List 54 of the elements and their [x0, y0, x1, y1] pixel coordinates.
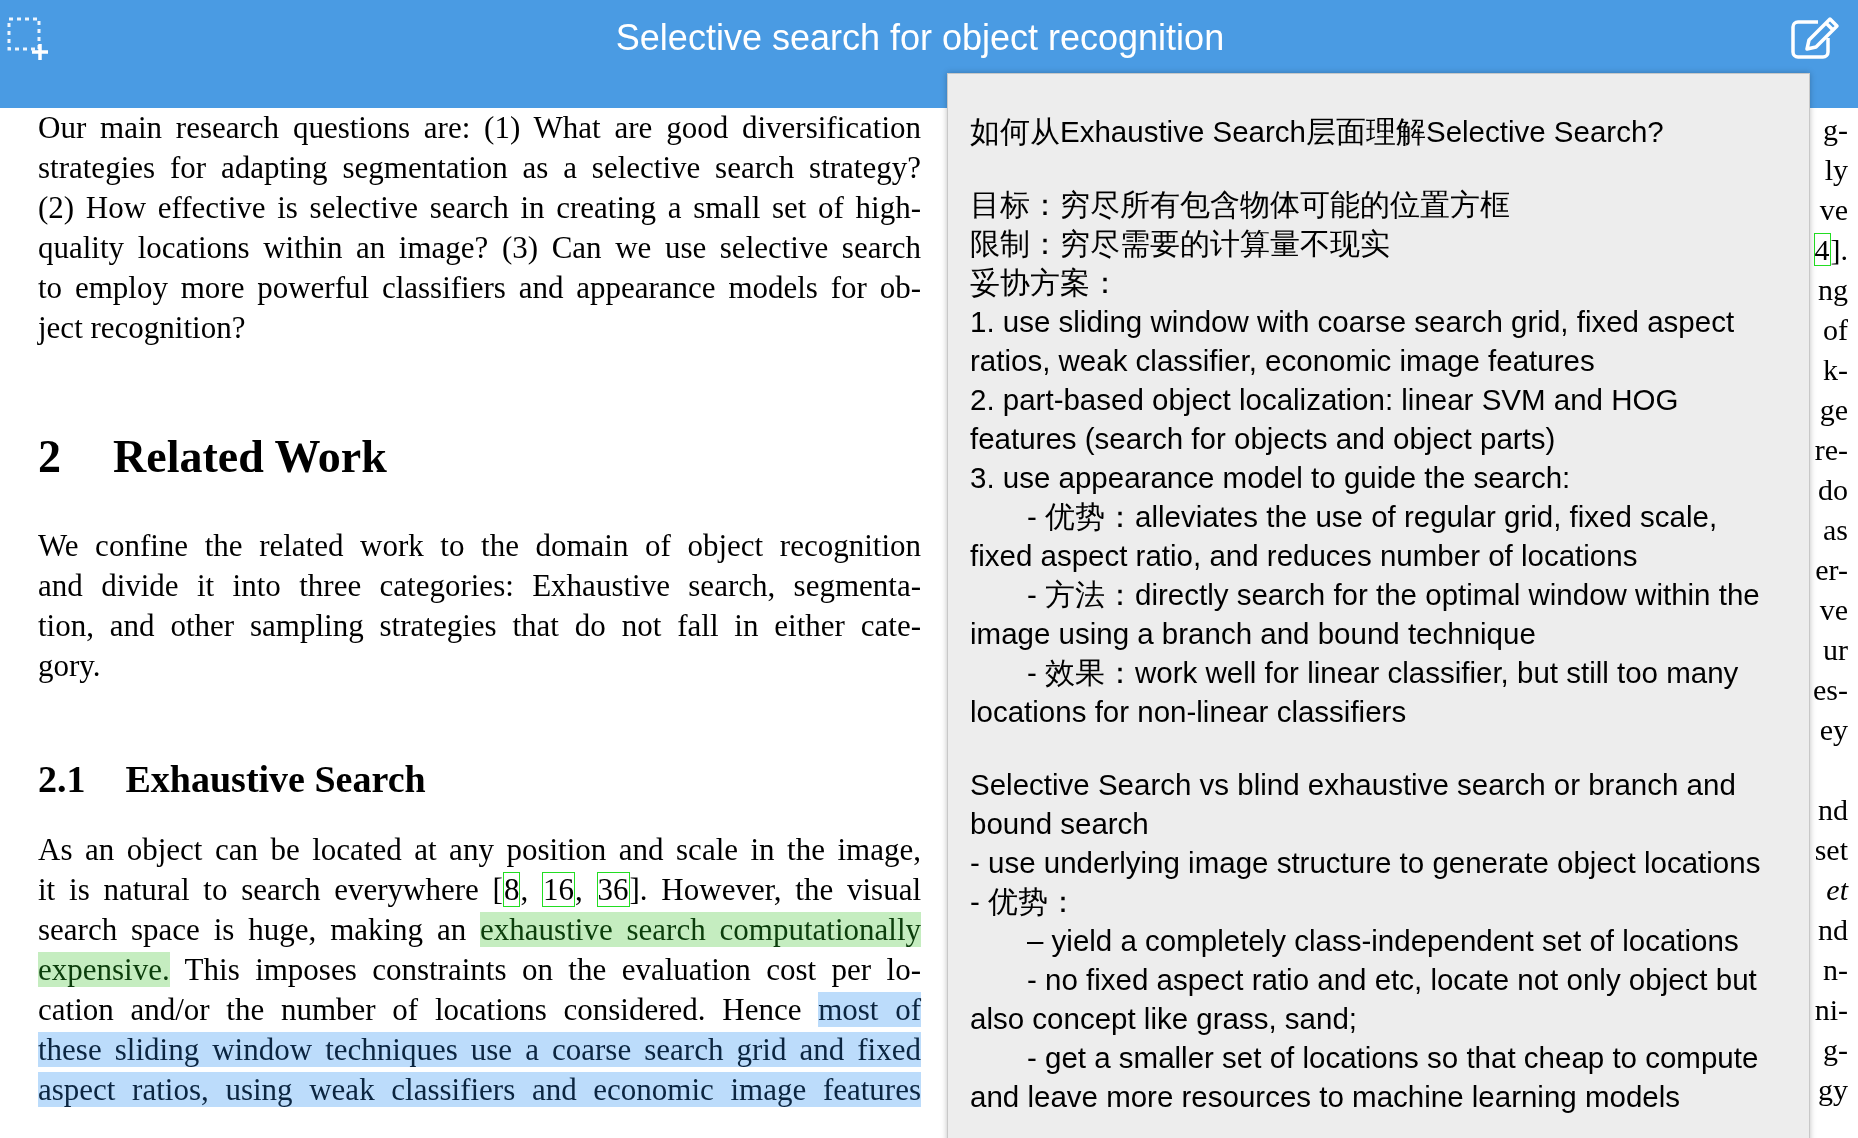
text-fragment: do [1817, 472, 1848, 508]
text-fragment: 4]. [1812, 232, 1848, 268]
note-line: 目标：穷尽所有包含物体可能的位置方框 [970, 187, 1511, 223]
text-fragment: n- [1822, 952, 1848, 988]
citation-link[interactable]: 4 [1813, 233, 1831, 266]
citation-link[interactable]: 36 [596, 872, 630, 907]
section-number: 2 [38, 430, 61, 484]
text-fragment: set [1813, 832, 1848, 868]
note-line: - 优势：alleviates the use of regular grid, fixed scale, fixed aspect ratio, and reduces number of locations [970, 499, 1719, 574]
text-fragment: es- [1812, 672, 1848, 708]
text-fragment: ve [1818, 192, 1848, 228]
note-line: - 优势： [970, 884, 1080, 920]
paragraph: As an object can be located at any position and scale in the image, it is natural to search everywhere [8, 16, 36]. However, the visual search space is huge, making an exhaustive search computationally expensive. This imposes constraints on the evaluation cost per lo- cation and/or the number of locations considered. Hence most of these sliding window techniques use a coarse search grid and fixed aspect ratios, using weak classifiers and economic image features [38, 831, 921, 1109]
subsection-number: 2.1 [38, 757, 86, 802]
text-fragment: nd [1817, 792, 1848, 828]
note-line: Selective Search vs blind exhaustive search or branch and bound search [970, 767, 1737, 842]
note-line: - get a smaller set of locations so that cheap to compute and leave more resources to machine learning models [970, 1040, 1760, 1115]
text-fragment: gy [1817, 1072, 1848, 1108]
edit-icon[interactable] [1790, 16, 1840, 60]
note-line: - no fixed aspect ratio and etc, locate not only object but also concept like grass, sand; [970, 962, 1758, 1037]
text-fragment: ve [1818, 592, 1848, 628]
text-fragment: ly [1823, 152, 1848, 188]
subsection-heading: Exhaustive Search [125, 757, 426, 802]
document-title: Selective search for object recognition [615, 16, 1225, 60]
text-fragment: re- [1813, 432, 1848, 468]
note-line: - 效果：work well for linear classifier, but still too many locations for non-linear classifiers [970, 655, 1740, 730]
text-fragment: ur [1822, 632, 1848, 668]
text-fragment: nd [1817, 912, 1848, 948]
note-line: 如何从Exhaustive Search层面理解Selective Search? [970, 114, 1665, 150]
note-line: 2. part-based object localization: linear SVM and HOG features (search for objects and object parts) [970, 382, 1680, 457]
paragraph: We confine the related work to the domain of object recognition and divide it into three categories: Exhaustive search, segmenta- tion, and other sampling strategies that do not fall in either cate- gory. [38, 527, 921, 685]
text-fragment: g- [1822, 112, 1848, 148]
text-fragment: ng [1817, 272, 1848, 308]
section-heading: Related Work [113, 430, 387, 484]
paragraph: Our main research questions are: (1) What are good diversification strategies for adapting segmentation as a selective search strategy? (2) How effective is selective search in creating a small set of high- quality locations within an image? (3) Can we use selective search to employ more powerful classifiers and appearance models for ob- ject recognition? [38, 109, 921, 347]
note-line: 限制：穷尽需要的计算量不现实 [970, 226, 1391, 262]
text-fragment: of [1822, 312, 1848, 348]
text-fragment: et [1825, 872, 1848, 908]
text-fragment: ge [1818, 392, 1848, 428]
text-fragment: er- [1814, 552, 1848, 588]
text-fragment: as [1822, 512, 1848, 548]
note-line: - use underlying image structure to generate object locations [970, 845, 1762, 881]
text-fragment: ni- [1813, 992, 1848, 1028]
citation-link[interactable]: 8 [502, 872, 521, 907]
text-fragment: k- [1822, 352, 1848, 388]
note-line: 1. use sliding window with coarse search grid, fixed aspect ratios, weak classifier, economic image features [970, 304, 1736, 379]
note-line: – yield a completely class-independent set of locations [1026, 923, 1740, 959]
note-line: - 方法：directly search for the optimal window within the image using a branch and bound technique [970, 577, 1761, 652]
citation-link[interactable]: 16 [541, 872, 575, 907]
note-line: 妥协方案： [970, 265, 1121, 301]
text-fragment: g- [1822, 1032, 1848, 1068]
note-line: 3. use appearance model to guide the search: [970, 460, 1572, 496]
selection-add-icon[interactable] [6, 16, 50, 62]
text-fragment: ey [1818, 712, 1848, 748]
